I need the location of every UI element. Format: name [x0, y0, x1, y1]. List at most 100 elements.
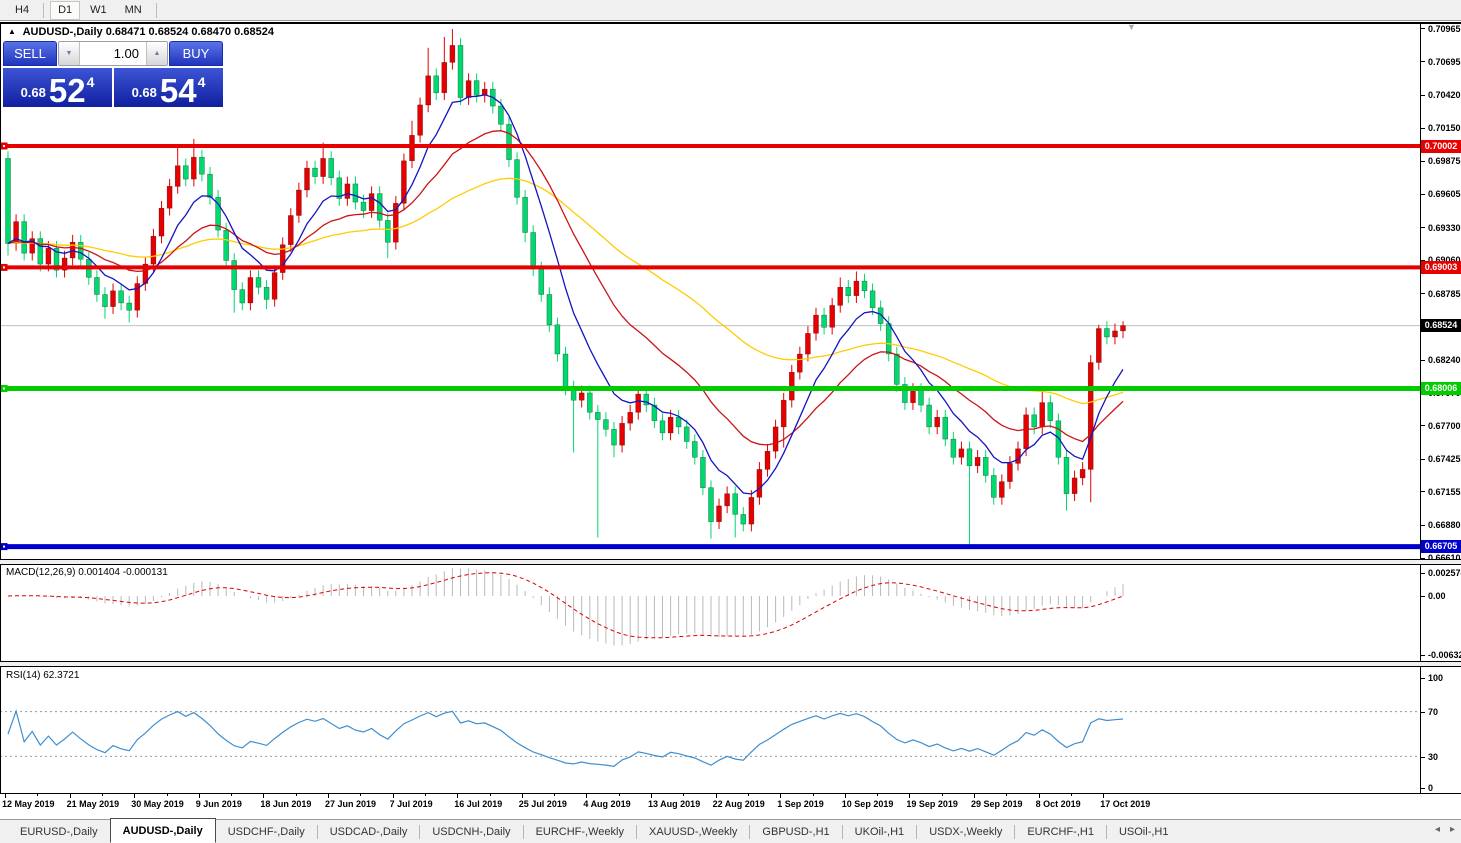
- sell-price-prefix: 0.68: [20, 85, 46, 100]
- macd-label: MACD(12,26,9) 0.001404 -0.000131: [6, 567, 168, 578]
- rsi-axis-label: 100: [1428, 673, 1444, 683]
- chart-top-border: [0, 22, 1461, 24]
- collapse-panel-icon[interactable]: ▲: [8, 27, 16, 36]
- tabs-scroll-right-icon[interactable]: ▸: [1450, 824, 1455, 835]
- buy-price-pip: 4: [197, 74, 206, 90]
- price-tick: [1420, 425, 1425, 427]
- symbol-tab-usdcnh[interactable]: USDCNH-,Daily: [420, 821, 522, 843]
- tabs-scroll-left-icon[interactable]: ◂: [1435, 824, 1440, 835]
- price-tick: [1420, 359, 1425, 361]
- price-tick: [1420, 127, 1425, 129]
- symbol-tab-usdx[interactable]: USDX-,Weekly: [917, 821, 1014, 843]
- symbol-tab-eurusd[interactable]: EURUSD-,Daily: [8, 821, 110, 843]
- price-axis-label: 0.66880: [1428, 520, 1461, 531]
- symbol-tab-ukoil[interactable]: UKOil-,H1: [843, 821, 917, 843]
- date-subtick: [166, 794, 168, 796]
- volume-decrease-button[interactable]: ▼: [59, 42, 80, 65]
- date-label: 27 Jun 2019: [325, 799, 377, 809]
- date-subtick: [618, 794, 620, 796]
- buy-button[interactable]: BUY: [169, 41, 223, 66]
- price-axis-label: 0.69605: [1428, 189, 1461, 200]
- chart-canvas[interactable]: [0, 0, 1461, 843]
- panel-divider: [0, 793, 1461, 794]
- date-label: 21 May 2019: [66, 799, 120, 809]
- date-tick: [715, 794, 717, 798]
- symbol-name: AUDUSD-,Daily: [22, 26, 103, 38]
- timeframe-button-h4[interactable]: H4: [7, 1, 37, 20]
- toolbar-separator: [155, 2, 157, 18]
- symbol-tab-eurchf[interactable]: EURCHF-,H1: [1015, 821, 1106, 843]
- date-label: 22 Aug 2019: [712, 799, 765, 809]
- symbol-tab-gbpusd[interactable]: GBPUSD-,H1: [750, 821, 841, 843]
- macd-tick: [1420, 595, 1425, 597]
- date-tick: [134, 794, 136, 798]
- chart-shift-marker-icon[interactable]: ▼: [1127, 22, 1136, 32]
- price-axis-label: 0.67155: [1428, 486, 1461, 497]
- symbol-tab-usdchf[interactable]: USDCHF-,Daily: [216, 821, 317, 843]
- symbol-tab-usdcad[interactable]: USDCAD-,Daily: [318, 821, 420, 843]
- symbol-tab-xauusd[interactable]: XAUUSD-,Weekly: [637, 821, 749, 843]
- rsi-label: RSI(14) 62.3721: [6, 670, 80, 681]
- symbol-tab-usoil[interactable]: USOil-,H1: [1107, 821, 1181, 843]
- rsi-axis-label: 70: [1428, 707, 1439, 717]
- date-tick: [263, 794, 265, 798]
- one-click-trading-panel: SELL ▼ 1.00 ▲ BUY 0.68 52 4 0.68 54 4: [3, 41, 223, 107]
- timeframe-button-d1[interactable]: D1: [50, 0, 81, 20]
- buy-price-display[interactable]: 0.68 54 4: [114, 68, 223, 107]
- date-tick: [909, 794, 911, 798]
- symbol-tab-eurchf[interactable]: EURCHF-,Weekly: [524, 821, 636, 843]
- sell-price-pip: 4: [86, 74, 95, 90]
- date-label: 17 Oct 2019: [1100, 799, 1151, 809]
- macd-tick: [1420, 572, 1425, 574]
- date-tick: [5, 794, 6, 798]
- symbol-tab-audusd[interactable]: AUDUSD-,Daily: [109, 818, 216, 843]
- price-tick: [1420, 94, 1425, 96]
- price-badge: 0.69003: [1421, 260, 1461, 274]
- date-tick: [198, 794, 200, 798]
- price-tick: [1420, 293, 1425, 295]
- price-axis-label: 0.68240: [1428, 355, 1461, 366]
- volume-input[interactable]: 1.00: [80, 42, 146, 65]
- price-tick: [1420, 524, 1425, 526]
- date-subtick: [295, 794, 297, 796]
- date-subtick: [1006, 794, 1008, 796]
- buy-price-prefix: 0.68: [131, 85, 157, 100]
- price-badge: 0.70002: [1421, 139, 1461, 153]
- price-axis-label: 0.67700: [1428, 420, 1461, 431]
- price-tick: [1420, 458, 1425, 460]
- date-label: 4 Aug 2019: [583, 799, 631, 809]
- date-label: 25 Jul 2019: [518, 799, 567, 809]
- chart-tabs-bar: EURUSD-,Daily AUDUSD-,Daily USDCHF-,Daily U…: [0, 818, 1461, 843]
- timeframe-button-mn[interactable]: MN: [117, 1, 150, 20]
- chart-left-border: [0, 24, 1, 793]
- date-subtick: [424, 794, 426, 796]
- date-tick: [844, 794, 846, 798]
- price-axis-label: 0.67425: [1428, 454, 1461, 465]
- price-tick: [1420, 61, 1425, 63]
- date-subtick: [683, 794, 685, 796]
- rsi-tick: [1420, 787, 1425, 789]
- panel-divider: [0, 666, 1461, 667]
- date-label: 30 May 2019: [131, 799, 184, 809]
- price-axis-label: 0.69330: [1428, 222, 1461, 233]
- price-axis-label: 0.70965: [1428, 23, 1461, 34]
- date-subtick: [941, 794, 943, 796]
- timeframe-toolbar: H4 D1 W1 MN: [0, 0, 1461, 21]
- macd-axis-label: 0.00: [1428, 591, 1446, 601]
- symbol-ohlc-header: ▲ AUDUSD-,Daily 0.68471 0.68524 0.68470 …: [8, 26, 274, 38]
- date-subtick: [101, 794, 103, 796]
- timeframe-button-w1[interactable]: W1: [82, 1, 115, 20]
- macd-axis-label: -0.006326: [1428, 650, 1461, 660]
- triangle-up-icon: ▲: [153, 50, 161, 57]
- date-label: 13 Aug 2019: [648, 799, 701, 809]
- sell-price-display[interactable]: 0.68 52 4: [3, 68, 112, 107]
- date-tick: [586, 794, 588, 798]
- sell-price-big: 52: [48, 71, 86, 109]
- date-label: 16 Jul 2019: [454, 799, 503, 809]
- rsi-axis-label: 0: [1428, 783, 1434, 793]
- volume-increase-button[interactable]: ▲: [146, 42, 167, 65]
- price-tick: [1420, 491, 1425, 493]
- date-tick: [392, 794, 394, 798]
- rsi-tick: [1420, 756, 1425, 758]
- sell-button[interactable]: SELL: [3, 41, 57, 66]
